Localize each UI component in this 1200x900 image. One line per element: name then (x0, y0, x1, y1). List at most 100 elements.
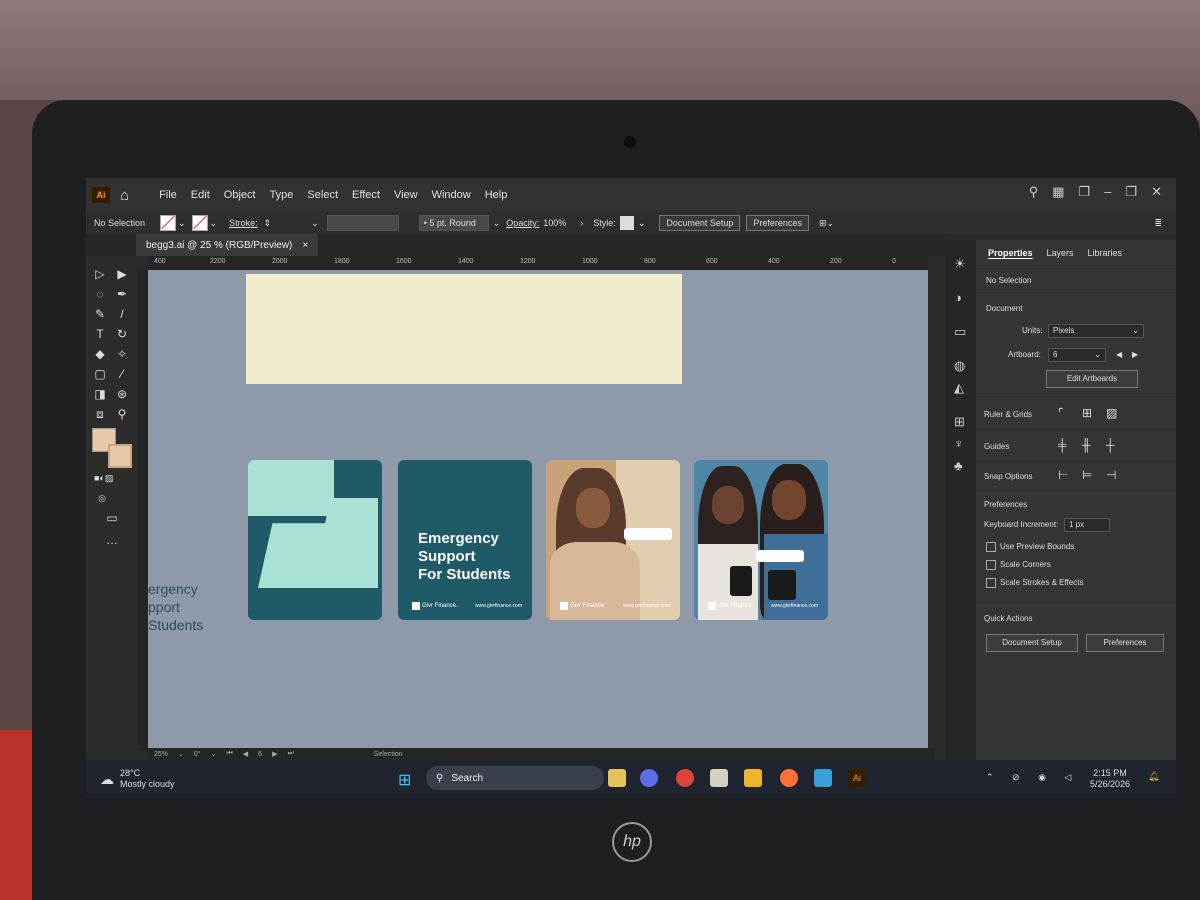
symbols-icon[interactable]: ♣ (954, 458, 963, 473)
tab-libraries[interactable]: Libraries (1088, 248, 1123, 259)
scale-strokes-checkbox[interactable] (986, 578, 996, 588)
align-icon[interactable]: ⊞⌄ (819, 218, 834, 229)
artboard-tool-icon[interactable]: ⧈ (92, 406, 108, 422)
search-icon[interactable]: ⚲ (1029, 184, 1039, 200)
use-preview-bounds-checkbox[interactable] (986, 542, 996, 552)
chrome-icon[interactable] (676, 769, 694, 787)
artboard-select[interactable]: 6 ⌄ (1048, 348, 1106, 362)
offboard-text[interactable]: ergency pport Students (148, 580, 203, 634)
file-explorer-icon[interactable] (608, 769, 626, 787)
opacity-value[interactable]: 100% (543, 218, 566, 228)
screen-mode-icon[interactable]: ▭ (104, 510, 120, 526)
fill-swatch[interactable] (160, 215, 176, 231)
qa-document-setup-button[interactable]: Document Setup (986, 634, 1078, 652)
artboard-number[interactable]: 6 (258, 751, 262, 758)
artboard-card-logo[interactable] (248, 460, 382, 620)
artboard-nav-first-icon[interactable]: ⏮ (226, 750, 232, 758)
transparency-grid-icon[interactable]: ▨ (1106, 406, 1117, 420)
scale-corners-checkbox[interactable] (986, 560, 996, 570)
lock-guides-icon[interactable]: ╫ (1082, 438, 1091, 452)
snap-point-icon[interactable]: ⊢ (1058, 468, 1068, 482)
artboard-prev-icon[interactable]: ◀ (1116, 350, 1122, 359)
smart-guides-icon[interactable]: ┼ (1106, 438, 1115, 452)
clipchamp-icon[interactable] (710, 769, 728, 787)
menu-type[interactable]: Type (270, 189, 294, 201)
menu-help[interactable]: Help (485, 189, 508, 201)
minimize-icon[interactable]: – (1104, 184, 1111, 200)
tab-layers[interactable]: Layers (1047, 248, 1074, 259)
shape-builder-tool-icon[interactable]: ◨ (92, 386, 108, 402)
rectangle-tool-icon[interactable]: ▢ (92, 366, 108, 382)
more-tools-icon[interactable]: … (104, 532, 120, 548)
document-setup-button[interactable]: Document Setup (659, 215, 741, 231)
clock[interactable]: 2:15 PM 5/26/2026 (1090, 768, 1130, 790)
tray-icons[interactable]: ⌃ ⊘ ◉ ◁ (986, 772, 1079, 783)
curvature-tool-icon[interactable]: ✎ (92, 306, 108, 322)
photos-icon[interactable] (814, 769, 832, 787)
weather-icon[interactable]: ☁ (100, 771, 114, 788)
show-guides-icon[interactable]: ╪ (1058, 438, 1067, 452)
rotate-tool-icon[interactable]: ↻ (114, 326, 130, 342)
lasso-tool-icon[interactable]: ◌ (92, 286, 108, 302)
zoom-level[interactable]: 25% (154, 751, 168, 758)
artboard-banner[interactable] (246, 274, 682, 384)
close-icon[interactable]: ✕ (1151, 184, 1162, 200)
selection-tool-icon[interactable]: ▷ (92, 266, 108, 282)
document-tab[interactable]: begg3.ai @ 25 % (RGB/Preview) × (136, 234, 319, 256)
chevron-down-icon[interactable]: ⌄ (178, 218, 186, 229)
menu-edit[interactable]: Edit (191, 189, 210, 201)
paintbrush-tool-icon[interactable]: / (114, 306, 130, 322)
eraser-tool-icon[interactable]: ◆ (92, 346, 108, 362)
menu-view[interactable]: View (394, 189, 418, 201)
canvas[interactable]: Emergency Support For Students Givr Fina… (148, 270, 928, 748)
chevron-down-icon[interactable]: ⌄ (493, 218, 501, 229)
artboard-nav-last-icon[interactable]: ⏭ (287, 750, 293, 758)
edit-artboards-button[interactable]: Edit Artboards (1046, 370, 1138, 388)
folder-icon[interactable] (744, 769, 762, 787)
menu-select[interactable]: Select (307, 189, 338, 201)
menu-effect[interactable]: Effect (352, 189, 380, 201)
home-icon[interactable]: ⌂ (120, 187, 129, 204)
brush-icon[interactable]: ♆ (954, 436, 964, 451)
workspace-icon[interactable]: ▦ (1052, 184, 1064, 200)
stroke-weight-stepper[interactable]: ⇕ (264, 218, 272, 229)
notification-bell-icon[interactable]: 🔔︎ (1148, 771, 1159, 782)
artboard-nav-prev-icon[interactable]: ◀ (243, 750, 248, 758)
firefox-icon[interactable] (780, 769, 798, 787)
chevron-down-icon[interactable]: ⌄ (178, 750, 184, 758)
artboard-card-photo-1[interactable]: Givr Finance. www.givrfinance.com (546, 460, 680, 620)
color-mode-icon[interactable]: ■◐▨ (94, 470, 113, 486)
zoom-tool-icon[interactable]: ⚲ (114, 406, 130, 422)
menu-file[interactable]: File (159, 189, 177, 201)
chevron-down-icon[interactable]: ⌄ (210, 218, 218, 229)
taskbar-search[interactable]: ⚲ Search (426, 766, 604, 790)
blend-tool-icon[interactable]: ⊛ (114, 386, 130, 402)
menu-object[interactable]: Object (224, 189, 256, 201)
status-mode[interactable]: Selection (374, 751, 403, 758)
comments-icon[interactable]: ▭ (954, 324, 966, 340)
style-swatch[interactable] (619, 216, 634, 230)
tab-properties[interactable]: Properties (988, 248, 1033, 259)
eyedropper-tool-icon[interactable]: ⁄ (114, 366, 130, 382)
menu-window[interactable]: Window (432, 189, 471, 201)
draw-mode-icon[interactable]: ◎ (94, 490, 110, 506)
warp-tool-icon[interactable]: ✧ (114, 346, 130, 362)
close-tab-icon[interactable]: × (302, 240, 308, 251)
chevron-right-icon[interactable]: › (580, 218, 583, 228)
arrange-icon[interactable]: ❐ (1079, 184, 1091, 200)
grid-icon[interactable]: ⊞ (954, 414, 965, 430)
chevron-down-icon[interactable]: ⌄ (211, 750, 217, 758)
qa-preferences-button[interactable]: Preferences (1086, 634, 1164, 652)
panel-options-icon[interactable]: ≣ (1154, 218, 1162, 229)
gradient-icon[interactable]: ◭ (954, 380, 964, 396)
sun-icon[interactable]: ☀ (954, 256, 966, 272)
snap-pixel-icon[interactable]: ⊨ (1082, 468, 1092, 482)
weather-widget[interactable]: 28°C Mostly cloudy (120, 768, 175, 790)
brush-select[interactable]: • 5 pt. Round (418, 215, 489, 231)
maximize-icon[interactable]: ❐ (1125, 184, 1137, 200)
keyboard-increment-field[interactable]: 1 px (1064, 518, 1110, 532)
artboard-nav-next-icon[interactable]: ▶ (272, 750, 277, 758)
windows-start-icon[interactable]: ⊞ (398, 770, 411, 790)
illustrator-taskbar-icon[interactable]: Ai (848, 769, 866, 787)
grid-toggle-icon[interactable]: ⊞ (1082, 406, 1092, 420)
